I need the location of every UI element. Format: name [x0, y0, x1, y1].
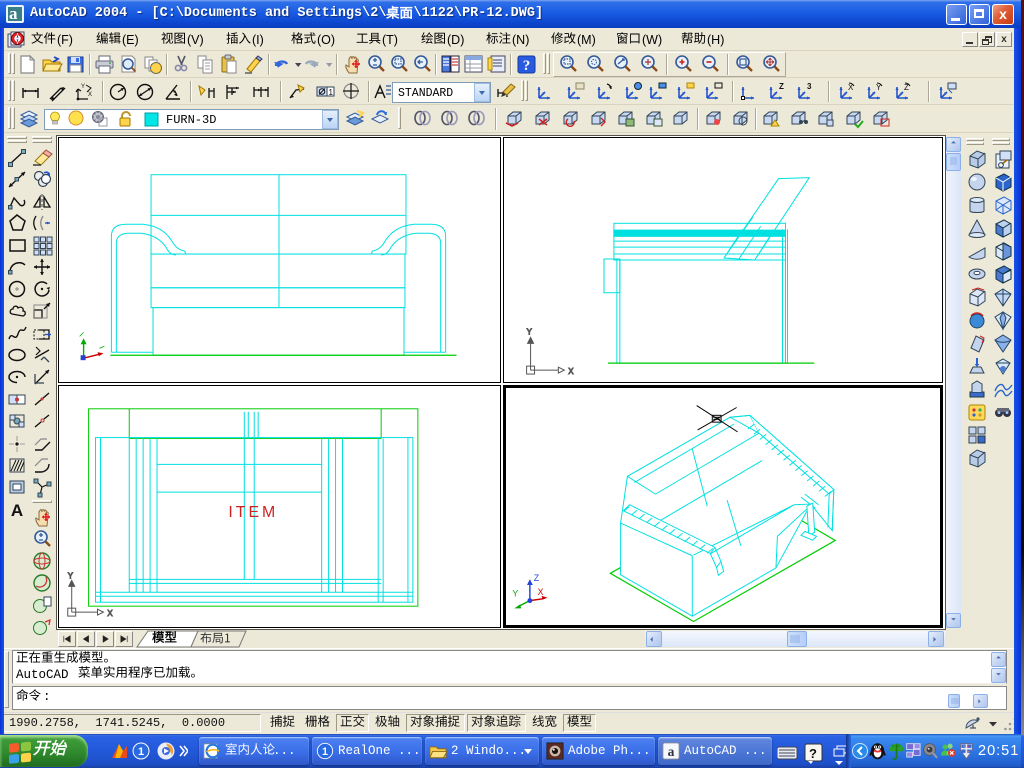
svg-text:?: ?	[523, 58, 531, 74]
svg-text:Z: Z	[779, 82, 784, 91]
svg-text:ITEM: ITEM	[228, 504, 278, 521]
svg-text:Y: Y	[68, 571, 74, 580]
svg-text:1: 1	[138, 746, 144, 758]
svg-text:X: X	[538, 587, 544, 597]
svg-text:1: 1	[322, 746, 328, 758]
svg-text:a: a	[668, 744, 675, 759]
svg-text:X: X	[107, 609, 113, 618]
svg-text:Y: Y	[512, 589, 518, 599]
svg-text:Y: Y	[527, 327, 533, 336]
svg-text:A: A	[11, 501, 23, 520]
svg-text:1: 1	[329, 88, 334, 97]
svg-text:?: ?	[809, 746, 817, 761]
svg-text:X: X	[88, 92, 92, 98]
svg-text:3: 3	[807, 82, 812, 91]
svg-text:X: X	[568, 367, 574, 376]
svg-text:Y: Y	[81, 84, 85, 90]
svg-text:Z: Z	[534, 573, 540, 583]
